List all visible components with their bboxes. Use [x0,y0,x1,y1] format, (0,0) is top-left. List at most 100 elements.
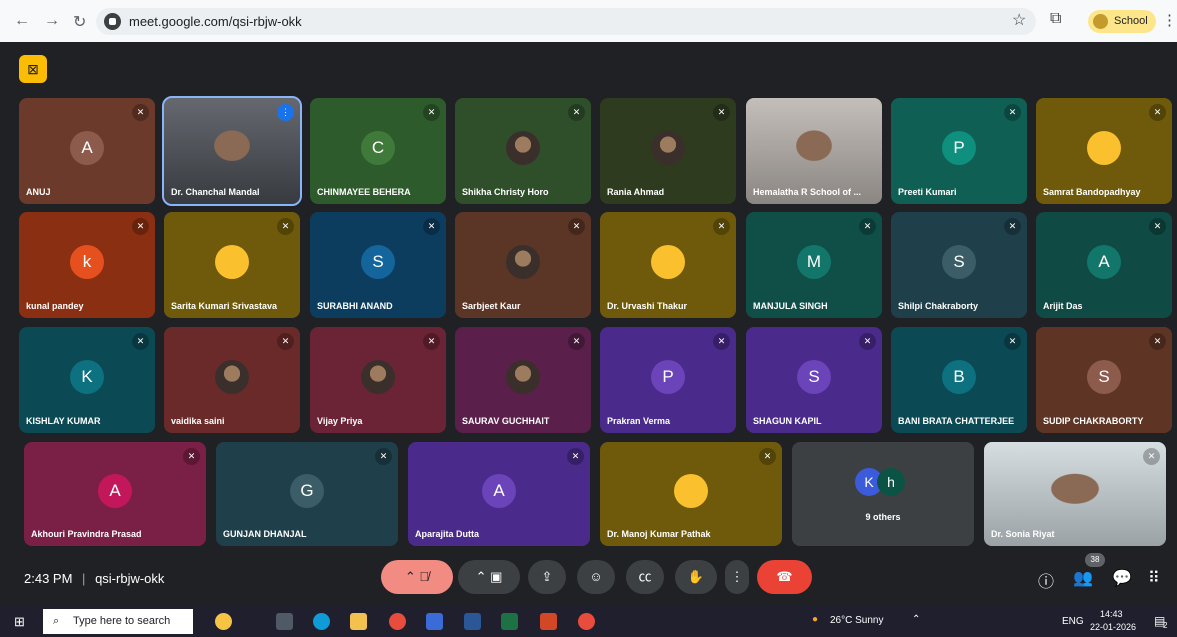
participant-tile[interactable]: A ✕ Aparajita Dutta [408,442,590,546]
participant-tile[interactable]: A ✕ Akhouri Pravindra Prasad [24,442,206,546]
participant-name: Hemalatha R School of ... [753,187,862,197]
language-indicator[interactable]: ENG [1062,616,1084,627]
participant-name: Dr. Chanchal Mandal [171,187,260,197]
more-options-button[interactable]: ⋮ [725,560,749,594]
mic-off-icon: ✕ [859,218,876,235]
participant-tile[interactable]: P ✕ Prakran Verma [600,327,736,433]
mic-off-icon: ✕ [1004,104,1021,121]
participant-tile[interactable]: G ✕ GUNJAN DHANJAL [216,442,398,546]
leave-call-button[interactable]: ☎ [757,560,812,594]
participant-tile[interactable]: ⋮ Dr. Chanchal Mandal [162,96,302,206]
chevron-up-icon[interactable]: ⌃ [405,569,416,584]
participant-tile[interactable]: S ✕ SURABHI ANAND [310,212,446,318]
mic-off-icon: ✕ [1149,333,1166,350]
task-view-icon[interactable] [276,613,293,630]
profile-label: School [1114,15,1148,27]
edge-icon[interactable] [313,613,330,630]
file-explorer-icon[interactable] [350,613,367,630]
participant-tile[interactable]: S ✕ SUDIP CHAKRABORTY [1036,327,1172,433]
taskbar-search[interactable]: ⌕ Type here to search [43,609,193,634]
reload-icon[interactable]: ↻ [73,12,86,32]
present-button[interactable]: ⇪ [528,560,566,594]
mic-off-icon: ✕ [277,333,294,350]
participant-name: Dr. Urvashi Thakur [607,301,688,311]
mic-button[interactable]: ⌃ 🎙̸ [381,560,453,594]
widgets-icon[interactable] [215,613,232,630]
participant-tile[interactable]: k ✕ kunal pandey [19,212,155,318]
participant-tile[interactable]: Hemalatha R School of ... [746,98,882,204]
mic-off-icon: ✕ [277,218,294,235]
participant-tile[interactable]: ✕ Dr. Urvashi Thakur [600,212,736,318]
camera-button[interactable]: ⌃ ▣ [458,560,520,594]
participant-name: SURABHI ANAND [317,301,393,311]
back-icon[interactable]: ← [14,12,30,30]
participant-tile[interactable]: M ✕ MANJULA SINGH [746,212,882,318]
mic-off-icon: ✕ [567,448,584,465]
excel-icon[interactable] [501,613,518,630]
mic-off-icon: ✕ [713,333,730,350]
university-logo [1087,131,1121,165]
menu-icon[interactable]: ⋮ [1162,11,1177,29]
chevron-up-icon[interactable]: ⌃ [476,569,487,584]
search-icon: ⌕ [53,615,60,627]
participant-tile[interactable]: C ✕ CHINMAYEE BEHERA [310,98,446,204]
participant-name: Samrat Bandopadhyay [1043,187,1141,197]
chrome-icon[interactable] [389,613,406,630]
avatar: C [361,131,395,165]
participant-name: Dr. Manoj Kumar Pathak [607,529,711,539]
weather-text[interactable]: 26°C Sunny [830,615,883,626]
activities-icon[interactable]: ⠿ [1148,568,1160,588]
participant-tile[interactable]: ✕ vaidika saini [164,327,300,433]
forward-icon[interactable]: → [44,12,60,30]
star-icon[interactable]: ☆ [1012,10,1026,30]
mic-off-icon: ✕ [568,218,585,235]
camera-off-icon[interactable]: ⊠ [19,55,47,83]
participant-tile[interactable]: K ✕ KISHLAY KUMAR [19,327,155,433]
participant-tile[interactable]: ✕ Samrat Bandopadhyay [1036,98,1172,204]
extensions-icon[interactable]: ⧉ [1050,10,1061,28]
weather-icon: ● [812,614,819,625]
people-icon[interactable]: 👥 [1073,568,1093,588]
participant-tile[interactable]: ✕ SAURAV GUCHHAIT [455,327,591,433]
tray-chevron-up-icon[interactable]: ⌃ [912,614,920,625]
avatar: S [361,245,395,279]
reactions-button[interactable]: ☺ [577,560,615,594]
avatar [506,245,540,279]
participant-tile[interactable]: ✕ Dr. Sonia Riyat [984,442,1166,546]
participant-tile[interactable]: ✕ Rania Ahmad [600,98,736,204]
participant-name: kunal pandey [26,301,84,311]
windows-start-icon[interactable]: ⊞ [14,614,25,630]
word-icon[interactable] [464,613,481,630]
participant-tile[interactable]: ✕ Sarita Kumari Srivastava [164,212,300,318]
powerpoint-icon[interactable] [540,613,557,630]
avatar: S [797,360,831,394]
raise-hand-button[interactable]: ✋ [675,560,717,594]
participant-tile[interactable]: ✕ Sarbjeet Kaur [455,212,591,318]
avatar: k [70,245,104,279]
participant-tile[interactable]: ✕ Vijay Priya [310,327,446,433]
chat-icon[interactable]: 💬 [1112,568,1132,588]
captions-button[interactable]: ㏄ [626,560,664,594]
avatar: P [942,131,976,165]
profile-chip[interactable]: School [1088,10,1156,33]
participant-tile[interactable]: B ✕ BANI BRATA CHATTERJEE [891,327,1027,433]
avatar [506,131,540,165]
participant-tile[interactable]: P ✕ Preeti Kumari [891,98,1027,204]
participant-tile[interactable]: A ✕ ANUJ [19,98,155,204]
chrome-icon[interactable] [578,613,595,630]
participant-tile[interactable]: Kh9 others [792,442,974,546]
mic-off-icon: ✕ [132,333,149,350]
address-bar[interactable]: meet.google.com/qsi-rbjw-okk [96,8,1036,35]
app-icon[interactable] [426,613,443,630]
participant-name: SHAGUN KAPIL [753,416,822,426]
mic-off-icon: ✕ [132,104,149,121]
participant-tile[interactable]: A ✕ Arijit Das [1036,212,1172,318]
participant-tile[interactable]: ✕ Shikha Christy Horo [455,98,591,204]
info-icon[interactable]: ⓘ [1038,568,1054,592]
hang-up-icon: ☎ [776,569,793,584]
participant-tile[interactable]: S ✕ SHAGUN KAPIL [746,327,882,433]
avatar [506,360,540,394]
avatar: B [942,360,976,394]
participant-tile[interactable]: S ✕ Shilpi Chakraborty [891,212,1027,318]
participant-tile[interactable]: ✕ Dr. Manoj Kumar Pathak [600,442,782,546]
